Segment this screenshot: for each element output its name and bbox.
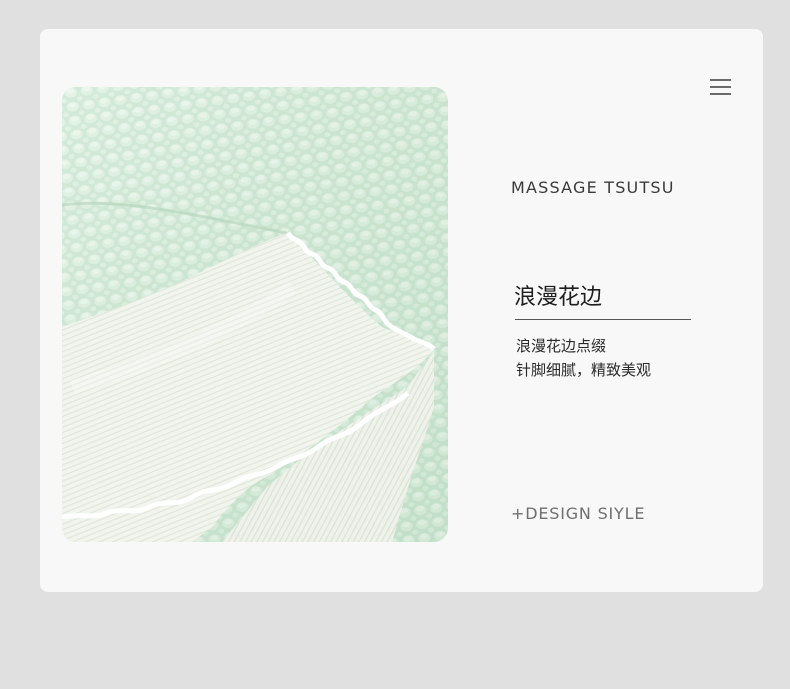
menu-line [710,79,731,81]
brand-name: MASSAGE TSUTSU [511,178,675,197]
product-photo [62,87,448,542]
menu-line [710,86,731,88]
title-divider [515,319,691,320]
hamburger-menu-icon[interactable] [710,78,732,96]
feature-title: 浪漫花边 [514,285,603,310]
design-style-label: +DESIGN SIYLE [511,504,646,523]
feature-description: 浪漫花边点缀 针脚细腻，精致美观 [516,334,651,382]
menu-line [710,93,731,95]
feature-desc-line: 针脚细腻，精致美观 [516,361,652,379]
feature-desc-line: 浪漫花边点缀 [516,337,607,355]
product-detail-card: MASSAGE TSUTSU 浪漫花边 浪漫花边点缀 针脚细腻，精致美观 +DE… [40,29,763,592]
